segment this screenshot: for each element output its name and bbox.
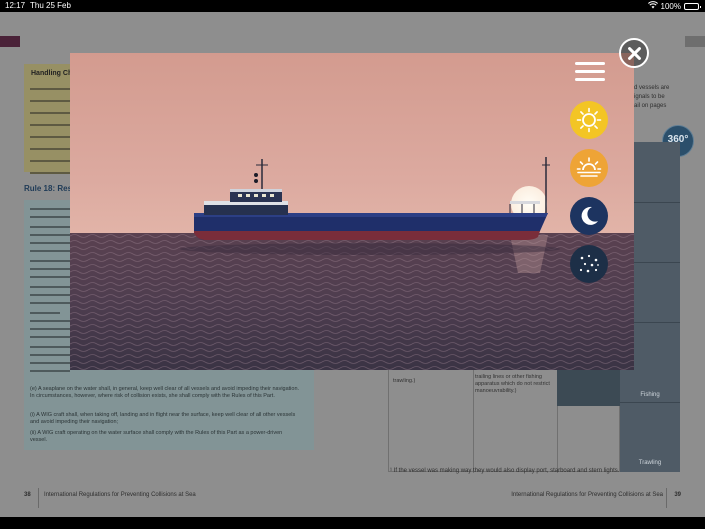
vessel-label-trawling: Trawling [638,460,662,466]
moon-icon [581,206,598,225]
menu-icon [575,62,605,65]
status-time: 12:17 [5,1,26,10]
footnote: ¹ If the vessel was making way they woul… [390,468,620,474]
handling-box-title: Handling Ch [31,70,73,77]
rule-text-line: (e) A seaplane on the water shall, in ge… [30,386,300,399]
footer-divider [38,488,39,508]
lights-table: trawling.) trailing lines or other fishi… [388,369,621,473]
status-date: Thu 25 Feb [30,1,71,10]
battery-percent: 100% [660,1,681,11]
rule-text-line: (ii) A WIG craft operating on the water … [30,430,283,443]
footer-title-left: International Regulations for Preventing… [44,492,196,498]
time-stars-button[interactable] [570,245,608,283]
rule-text-line: (i) A WIG craft shall, when taking off, … [30,412,296,425]
section-tab-right [685,36,705,47]
table-cell-left: trawling.) [393,378,416,384]
bottom-bar [0,517,705,529]
battery-icon [684,2,701,10]
close-button[interactable] [619,38,649,68]
sunset-ship-scene [70,53,634,370]
sunset-icon [576,157,602,177]
time-day-button[interactable] [570,101,608,139]
sun-icon [576,107,602,133]
status-right: 100% [647,1,701,11]
vessel-label-fishing: Fishing [640,392,660,398]
side-text-line: d vessels are [634,85,670,91]
page-number-left: 38 [24,492,31,498]
side-text-line: ignals to be [634,94,665,100]
time-night-button[interactable] [570,197,608,235]
table-cell-middle: trailing lines or other fishing apparatu… [475,374,550,394]
wifi-icon [647,1,658,11]
stars-icon [579,254,599,273]
status-bar: 12:17 Thu 25 Feb 100% [0,0,705,12]
time-sunset-button[interactable] [570,149,608,187]
table-image-cell [557,370,621,406]
footer-title-right: International Regulations for Preventing… [511,492,663,498]
footer-divider [666,488,667,508]
section-tab-left [0,36,20,47]
side-text: d vessels are ignals to be ail on pages [634,84,682,111]
scene-viewer[interactable] [70,53,634,370]
page-number-right: 39 [674,492,681,498]
side-text-line: ail on pages [634,103,667,109]
rule-heading: Rule 18: Resp [24,184,77,193]
menu-button[interactable] [575,62,605,82]
